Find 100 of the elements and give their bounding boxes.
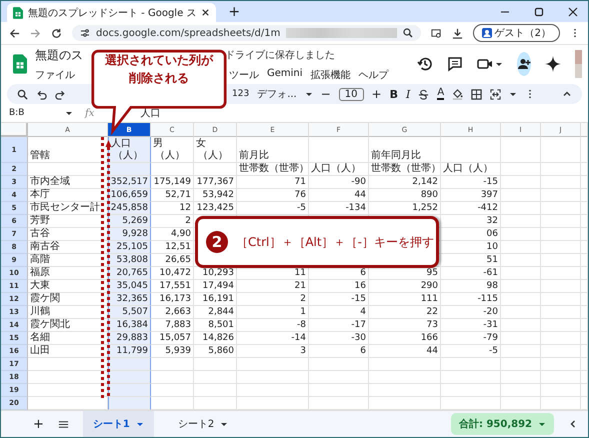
table-cell: -5 [441,345,501,358]
document-title[interactable]: 無題のス [35,46,83,64]
zoom-icon[interactable] [402,28,413,38]
table-cell: 29,883 [108,332,151,346]
sheet-tab[interactable]: シート2 [168,411,238,437]
table-cell: 21 [237,280,309,294]
search-icon[interactable] [17,88,28,100]
profile-button[interactable]: ゲスト（2） [472,24,560,42]
table-cell: 06 [441,228,501,242]
table-cell: 5,507 [108,306,151,320]
strikethrough-icon[interactable] [418,88,430,100]
table-cell: 71 [237,176,309,190]
table-cell: 1,252 [369,202,441,216]
menu-item[interactable]: Gemini [267,68,303,82]
tab-title: 無題のスプレッドシート - Google ス [28,6,196,20]
name-box[interactable]: B:B [9,108,59,118]
bold-button[interactable]: B [390,88,398,101]
step-badge: 2 [206,231,228,253]
callout-text: 選択されていた列が [105,52,213,69]
table-cell: 175,149 [151,176,194,190]
chevron-left-icon[interactable] [568,419,578,430]
menu-icon[interactable] [58,418,69,430]
close-icon[interactable] [201,8,210,18]
comment-icon[interactable] [446,56,463,72]
font-dropdown[interactable]: デフォ... [257,87,313,102]
table-cell: 芳野 [28,215,108,228]
add-sheet-button[interactable]: + [33,416,44,432]
table-cell: 53,808 [108,254,151,268]
forward-icon[interactable] [30,28,41,39]
new-tab-button[interactable]: + [228,4,240,20]
merge-cells-icon[interactable] [490,88,502,100]
install-icon[interactable] [430,28,442,39]
caret-icon[interactable] [65,109,73,118]
table-cell: -17 [309,319,369,332]
table-cell: 人口（人） [441,163,501,176]
table-cell: -15 [309,293,369,306]
sum-button[interactable]: 合計: 950,892 [450,413,554,436]
decrease-size-button[interactable]: − [320,87,331,102]
table-cell: 5,860 [194,345,237,358]
formula-field[interactable]: 人口 [140,106,160,120]
person-icon [482,28,492,38]
history-icon[interactable] [416,56,433,72]
table-cell: 2,142 [369,176,441,190]
table-cell: -20 [441,306,501,320]
caret-icon [136,420,144,428]
callout-text: 削除される [129,70,189,87]
share-button[interactable] [516,52,531,76]
caret-icon[interactable] [509,90,518,98]
browser-tab[interactable]: 無題のスプレッドシート - Google ス [7,3,216,22]
table-cell: 霞ケ関 [28,293,108,306]
close-icon[interactable] [568,6,578,17]
table-cell: -61 [441,267,501,280]
fx-label: fx [85,108,94,119]
table-cell: 4,90 [151,228,194,242]
table-cell: 26,65 [151,254,194,268]
table-cell: 245,858 [108,202,151,216]
table-cell: 10,472 [151,267,194,280]
download-icon[interactable] [452,28,463,39]
table-cell: -90 [309,176,369,190]
table-cell: 16,173 [151,293,194,306]
address-bar[interactable]: docs.google.com/spreadsheets/d/1m [72,25,421,42]
table-cell: 12,51 [151,241,194,254]
back-icon[interactable] [9,28,20,39]
menu-item[interactable]: 拡張機能 [310,68,351,82]
table-cell: 古谷 [28,228,108,242]
italic-button[interactable]: I [406,88,410,101]
number-format-button[interactable]: 123 [232,89,250,100]
table-cell: 44 [369,345,441,358]
table-cell: 霞ケ関北 [28,319,108,332]
increase-size-button[interactable]: + [372,87,382,102]
cell-line: （人） [197,150,228,162]
font-size-field[interactable]: 10 [338,88,364,101]
caret-icon [538,420,546,428]
table-cell: 名細 [28,332,108,346]
borders-icon[interactable] [471,88,482,100]
cell-line: 人口 [111,138,131,150]
text-color-button[interactable]: A [437,88,444,100]
table-cell: 51 [441,254,501,268]
table-cell: 35,045 [108,280,151,294]
table-cell: 32,365 [108,293,151,306]
sparkle-icon[interactable] [544,56,561,72]
table-cell: 73 [369,319,441,332]
table-cell: 人口（人） [309,163,369,176]
menu-item[interactable]: ファイル [35,68,75,82]
undo-icon[interactable] [36,88,47,100]
table-cell: 44 [309,189,369,202]
maximize-icon[interactable] [534,6,544,17]
table-cell: 352,517 [108,176,151,190]
save-status: ドライブに保存しました [225,48,335,62]
sheet-tab[interactable]: シート1 [82,411,154,437]
table-cell: 16,191 [194,293,237,306]
reload-icon[interactable] [51,28,62,39]
caret-icon [304,90,313,98]
redo-icon[interactable] [55,88,66,100]
site-settings-icon[interactable] [80,28,90,38]
table-cell: -14 [237,332,309,346]
fill-color-icon[interactable] [452,88,464,100]
table-cell: 106,659 [108,189,151,202]
menu-item[interactable]: ヘルプ [358,68,389,82]
menu-item[interactable]: ツール [229,68,259,82]
